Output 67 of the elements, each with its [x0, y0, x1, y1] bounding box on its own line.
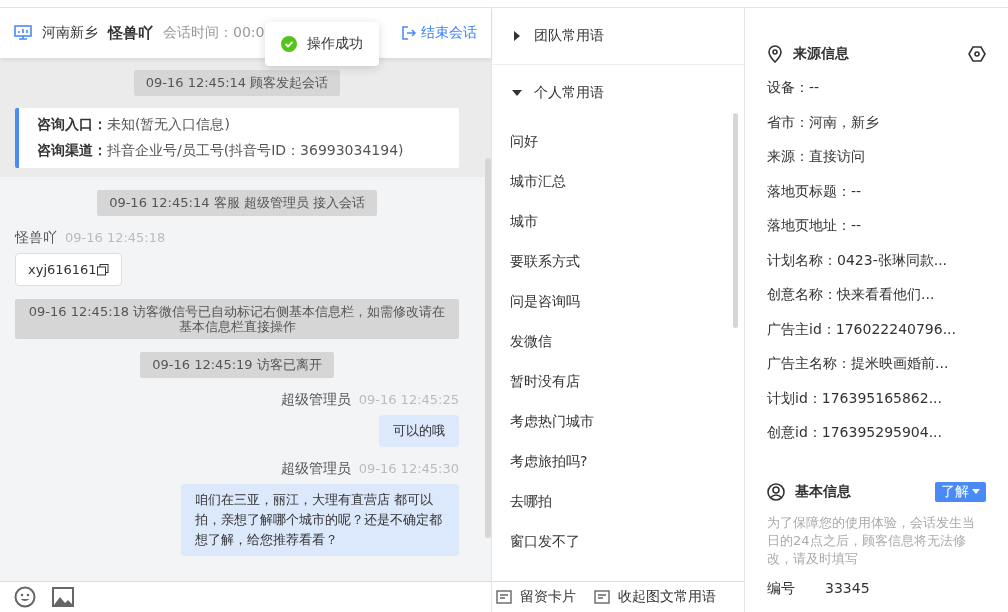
phrase-group-header[interactable]: 个人常用语 [492, 65, 744, 121]
logout-icon [401, 25, 417, 41]
phrase-item[interactable]: 要联系方式 [492, 241, 744, 281]
source-field: 计划名称：0423-张琳同款... [767, 242, 986, 277]
monitor-icon [14, 25, 32, 41]
user-circle-icon [767, 482, 785, 501]
source-field: 省市：河南，新乡 [767, 104, 986, 139]
document-icon [496, 590, 512, 604]
document-icon [594, 590, 610, 604]
message-bubble: 咱们在三亚，丽江，大理有直营店 都可以拍，亲想了解哪个城市的呢？还是不确定都想了解，给您推荐看看？ [181, 484, 459, 556]
footer-button[interactable]: 收起图文常用语 [594, 588, 716, 606]
phrase-item[interactable]: 发微信 [492, 321, 744, 361]
system-message: 09-16 12:45:18 访客微信号已自动标记右侧基本信息栏，如需修改请在基本信息栏直接操作 [15, 299, 459, 339]
source-field: 来源：直接访问 [767, 139, 986, 174]
message-text: xyj616161 [28, 262, 97, 277]
source-field: 设备：-- [767, 70, 986, 105]
source-field: 创意名称：快来看看他们... [767, 277, 986, 312]
caret-down-icon [972, 489, 980, 494]
visitor-name: 怪兽吖 [108, 23, 153, 43]
phrase-item[interactable]: 考虑热门城市 [492, 401, 744, 441]
info-note: 为了保障您的使用体验，会话发生当日的24点之后，顾客信息将无法修改，请及时填写 [767, 513, 976, 568]
source-field: 落地页地址：-- [767, 208, 986, 243]
source-field: 创意id：176395295904... [767, 415, 986, 450]
message-bubble: 可以的哦 [379, 415, 459, 447]
phrase-item[interactable]: 问好 [492, 121, 744, 161]
source-field: 计划id：176395165862... [767, 380, 986, 415]
scrollbar[interactable] [485, 158, 491, 538]
end-session-button[interactable]: 结束会话 [401, 24, 477, 42]
field-label: 编号 [767, 579, 795, 598]
image-icon[interactable] [52, 587, 74, 607]
visitor-location: 河南新乡 [42, 24, 98, 42]
phrase-item[interactable]: 城市汇总 [492, 161, 744, 201]
emoji-icon[interactable] [14, 586, 36, 608]
sender-name: 怪兽吖 [15, 229, 57, 247]
check-circle-icon [281, 36, 297, 52]
phrase-item[interactable]: 去哪拍 [492, 481, 744, 521]
copy-icon[interactable] [96, 263, 109, 276]
source-field: 广告主名称：提米映画婚前... [767, 346, 986, 381]
phrase-item[interactable]: 暂时没有店 [492, 361, 744, 401]
location-pin-icon [767, 45, 783, 63]
phrase-item[interactable]: 问是咨询吗 [492, 281, 744, 321]
scrollbar[interactable] [733, 113, 738, 328]
toast-text: 操作成功 [307, 35, 363, 53]
source-field: 落地页标题：-- [767, 173, 986, 208]
info-row-text: 咨询入口：未知(暂无入口信息) [37, 116, 231, 134]
field-value: 33345 [825, 579, 870, 598]
session-time: 会话时间：00:0 [163, 24, 266, 42]
caret-right-icon [512, 31, 522, 41]
footer-button[interactable]: 留资卡片 [496, 588, 576, 606]
message-time: 09-16 12:45:30 [358, 461, 459, 476]
hexagon-settings-icon[interactable] [968, 46, 986, 62]
section-title: 基本信息 [795, 482, 852, 501]
caret-down-icon [512, 88, 522, 98]
system-message: 09-16 12:45:14 顾客发起会话 [133, 70, 341, 96]
phrase-item[interactable]: 窗口发不了 [492, 521, 744, 561]
system-message: 09-16 12:45:19 访客已离开 [140, 352, 334, 378]
sender-name: 超级管理员 [280, 460, 351, 478]
system-message: 09-16 12:45:14 客服 超级管理员 接入会话 [97, 190, 377, 216]
message-time: 09-16 12:45:25 [358, 392, 459, 407]
info-row-text: 咨询渠道：抖音企业号/员工号(抖音号ID：36993034194) [37, 142, 405, 160]
section-title: 来源信息 [793, 45, 850, 63]
source-field: 广告主id：176022240796... [767, 311, 986, 346]
message-time: 09-16 12:45:18 [65, 230, 166, 245]
phrase-item[interactable]: 考虑旅拍吗? [492, 441, 744, 481]
phrase-group-header[interactable]: 团队常用语 [492, 8, 744, 65]
phrase-item[interactable]: 城市 [492, 201, 744, 241]
sender-name: 超级管理员 [280, 391, 351, 409]
